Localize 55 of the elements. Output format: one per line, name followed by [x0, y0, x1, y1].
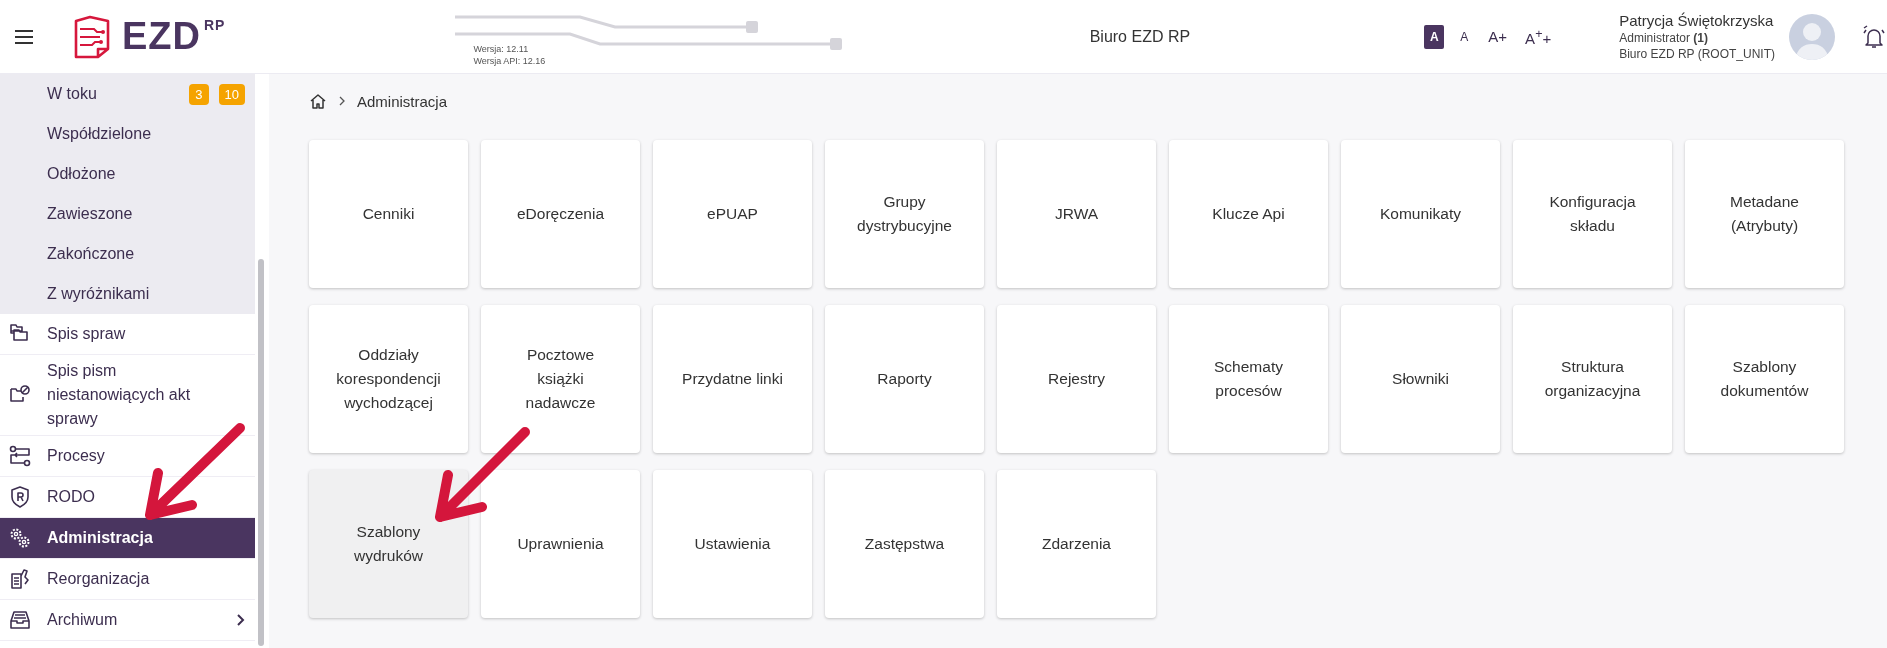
scrollbar-thumb[interactable] [258, 259, 264, 646]
logo-icon [72, 14, 112, 59]
font-size-button[interactable]: A+ [1484, 24, 1512, 49]
admin-tile[interactable]: Rejestry [997, 305, 1156, 453]
admin-tile[interactable]: Słowniki [1341, 305, 1500, 453]
version-text: Wersja: 12.11 [473, 42, 530, 55]
document-hand-icon [8, 567, 32, 591]
count-badge: 10 [218, 83, 245, 105]
bell-icon[interactable] [1861, 23, 1887, 50]
sidebar-item[interactable]: Administracja [0, 518, 255, 559]
admin-tile[interactable]: JRWA [997, 140, 1156, 288]
admin-tile[interactable]: Uprawnienia [481, 470, 640, 618]
gears-icon [8, 526, 32, 550]
version-text: Wersja API: 12.16 [473, 54, 547, 67]
sidebar-item[interactable]: Zawieszone [0, 194, 255, 234]
process-icon [8, 444, 32, 468]
admin-tile[interactable]: ePUAP [653, 140, 812, 288]
font-size-button[interactable]: A [1454, 24, 1475, 49]
admin-tile[interactable]: Raporty [825, 305, 984, 453]
admin-tile[interactable]: Pocztowe książki nadawcze [481, 305, 640, 453]
sidebar-item[interactable]: Zakończone [0, 234, 255, 274]
sidebar-item[interactable]: W toku 3 10 [0, 74, 255, 114]
font-size-button[interactable]: A$^{+}$+ [1521, 24, 1556, 49]
admin-tile[interactable]: Komunikaty [1341, 140, 1500, 288]
sidebar-item[interactable]: Z wyróżnikami [0, 274, 255, 314]
admin-tile[interactable]: Metadane (Atrybuty) [1685, 140, 1844, 288]
menu-icon[interactable] [14, 28, 34, 45]
admin-tile[interactable]: Schematy procesów [1169, 305, 1328, 453]
admin-tile[interactable]: Szablony wydruków [309, 470, 468, 618]
admin-tile[interactable]: Szablony dokumentów [1685, 305, 1844, 453]
breadcrumb-item: Administracja [357, 92, 448, 110]
unit-title: Biuro EZD RP [1088, 27, 1192, 46]
admin-tile[interactable]: Ustawienia [653, 470, 812, 618]
admin-tile[interactable]: Konfiguracja składu [1513, 140, 1672, 288]
admin-tile[interactable]: Struktura organizacyjna [1513, 305, 1672, 453]
admin-tile[interactable]: eDoręczenia [481, 140, 640, 288]
user-unit: Biuro EZD RP (ROOT_UNIT) [1619, 47, 1775, 61]
font-size-button[interactable]: A [1424, 24, 1445, 49]
shield-icon [8, 485, 32, 509]
user-name: Patrycja Świętokrzyska [1619, 12, 1775, 29]
user-role: Administrator (1) [1619, 31, 1709, 45]
count-badge: 3 [189, 83, 209, 105]
admin-tile[interactable]: Grupy dystrybucyjne [825, 140, 984, 288]
inbox-tray-icon [8, 608, 32, 632]
sidebar-item[interactable]: Współdzielone [0, 114, 255, 154]
sidebar-item[interactable]: Odłożone [0, 154, 255, 194]
chevron-right-icon [339, 96, 345, 106]
admin-tile[interactable]: Klucze Api [1169, 140, 1328, 288]
admin-tile[interactable]: Przydatne linki [653, 305, 812, 453]
admin-tile[interactable]: Oddziały korespondencji wychodzącej [309, 305, 468, 453]
chevron-right-icon [235, 613, 245, 627]
admin-tile[interactable]: Cenniki [309, 140, 468, 288]
admin-tile[interactable]: Zastępstwa [825, 470, 984, 618]
admin-tile[interactable]: Zdarzenia [997, 470, 1156, 618]
home-icon[interactable] [309, 93, 327, 109]
